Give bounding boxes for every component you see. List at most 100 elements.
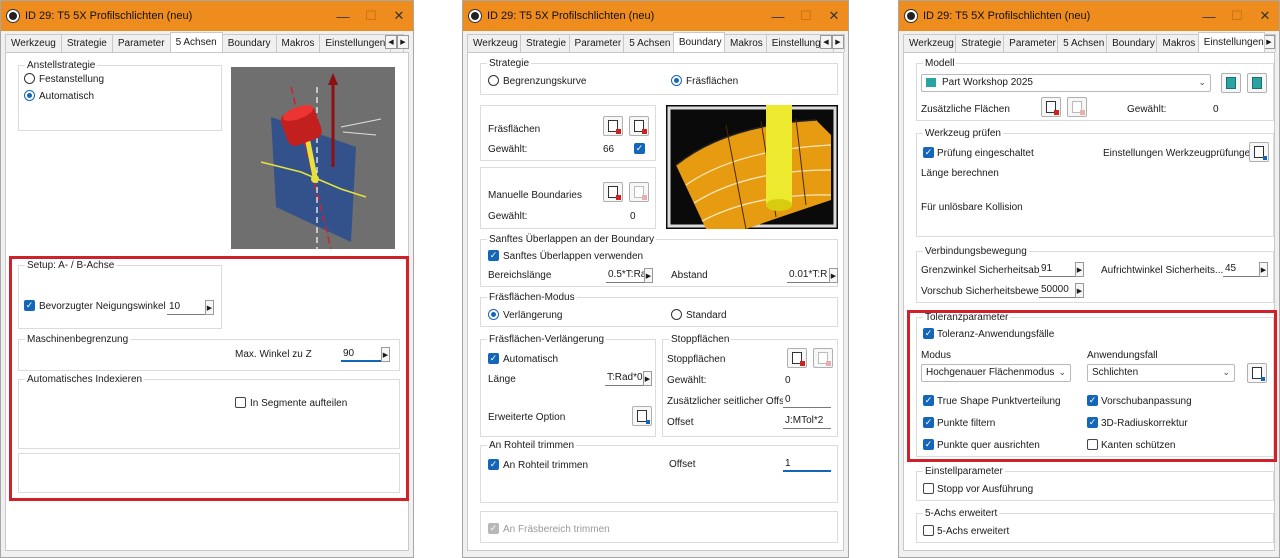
close-icon[interactable]: ✕ — [385, 1, 413, 31]
label-bereichslaenge: Bereichslänge — [488, 270, 552, 281]
input-bereichslaenge[interactable]: 0.5*T:Ra — [606, 268, 644, 283]
checkbox-fraesflaechen-show[interactable]: ✓ — [634, 143, 645, 154]
model-edit-icon[interactable] — [1247, 73, 1267, 93]
tab-einstellungen[interactable]: Einstellungen — [1197, 32, 1265, 52]
spin-laenge-icon[interactable]: ▶ — [643, 371, 652, 386]
checkbox-5-achs-erweitert[interactable] — [923, 525, 934, 536]
value-gewaehlt-stopp: 0 — [785, 375, 791, 386]
tab-5-achsen[interactable]: 5 Achsen — [623, 34, 674, 52]
label-pruefung-eingeschaltet: Prüfung eingeschaltet — [937, 148, 1034, 159]
spin-bereichslaenge-icon[interactable]: ▶ — [644, 268, 653, 283]
group-title: Modell — [923, 58, 957, 69]
input-aufrichtwinkel[interactable]: 45 — [1223, 262, 1259, 277]
tab-makros[interactable]: Makros — [1156, 34, 1199, 52]
value-gewaehlt-manuell: 0 — [630, 211, 636, 222]
tab-scroll-right-icon[interactable]: ▶ — [832, 35, 844, 49]
spin-grenzwinkel-icon[interactable]: ▶ — [1075, 262, 1084, 277]
deselect-stopp-icon[interactable] — [813, 348, 833, 368]
model-view-icon[interactable] — [1221, 73, 1241, 93]
close-icon[interactable]: ✕ — [1251, 1, 1279, 31]
tab-boundary[interactable]: Boundary — [672, 32, 725, 52]
group-sanftes-ueberlappen: Sanftes Überlappen an der Boundary ✓ San… — [480, 234, 838, 287]
tab-einstellungen[interactable]: Einstellungen — [319, 34, 392, 52]
input-offset-rohteil[interactable]: 1 — [783, 457, 831, 472]
tab-parameter[interactable]: Parameter — [568, 34, 625, 52]
tab-scroll-left-icon[interactable]: ◀ — [385, 35, 397, 49]
tab-5-achsen[interactable]: 5 Achsen — [1057, 34, 1108, 52]
deselect-boundary-icon[interactable] — [629, 182, 649, 202]
input-laenge[interactable]: T:Rad*0 — [605, 371, 643, 386]
tab-boundary[interactable]: Boundary — [1106, 34, 1158, 52]
maximize-icon[interactable]: ☐ — [1223, 1, 1251, 31]
label-stoppflaechen: Stoppflächen — [667, 354, 726, 365]
radio-verlaengerung[interactable] — [488, 309, 499, 320]
input-offset-stopp[interactable]: J:MTol*2 — [783, 414, 831, 429]
select-modell-value: Part Workshop 2025 — [942, 77, 1033, 88]
input-zusaetzlicher-offset[interactable]: 0 — [783, 393, 831, 408]
label-laenge: Länge — [488, 374, 516, 385]
label-5-achs-erweitert: 5-Achs erweitert — [937, 526, 1010, 537]
select-boundary-icon[interactable] — [603, 182, 623, 202]
tab-parameter[interactable]: Parameter — [1003, 34, 1059, 52]
tab-boundary[interactable]: Boundary — [221, 34, 277, 52]
select-surfaces-icon[interactable] — [603, 116, 623, 136]
radio-festanstellung[interactable] — [24, 73, 35, 84]
tab-makros[interactable]: Makros — [724, 34, 767, 52]
select-zusatz-icon[interactable] — [1041, 97, 1061, 117]
maximize-icon[interactable]: ☐ — [357, 1, 385, 31]
tab-werkzeug[interactable]: Werkzeug — [467, 34, 522, 52]
group-anstellstrategie: Anstellstrategie Festanstellung Automati… — [18, 60, 222, 131]
select-modell[interactable]: Part Workshop 2025 ⌄ — [921, 74, 1211, 92]
group-werkzeug-pruefen: Werkzeug prüfen ✓ Prüfung eingeschaltet … — [916, 128, 1274, 237]
label-aufrichtwinkel: Aufrichtwinkel Sicherheits... — [1101, 265, 1224, 276]
label-an-fraesbereich-trimmen: An Fräsbereich trimmen — [503, 524, 610, 535]
tab-strategie[interactable]: Strategie — [60, 34, 113, 52]
werkzeugpruefungen-icon[interactable] — [1249, 142, 1269, 162]
radio-automatisch[interactable] — [24, 90, 35, 101]
deselect-surfaces-icon[interactable] — [629, 116, 649, 136]
checkbox-pruefung-eingeschaltet[interactable]: ✓ — [923, 147, 934, 158]
window-title: ID 29: T5 5X Profilschlichten (neu) — [923, 10, 1091, 22]
minimize-icon[interactable]: — — [1195, 1, 1223, 31]
erweiterte-option-icon[interactable] — [632, 406, 652, 426]
checkbox-an-rohteil-trimmen[interactable]: ✓ — [488, 459, 499, 470]
checkbox-sanftes-ueberlappen[interactable]: ✓ — [488, 250, 499, 261]
group-title: Sanftes Überlappen an der Boundary — [487, 234, 657, 245]
maximize-icon[interactable]: ☐ — [792, 1, 820, 31]
input-vorschub[interactable]: 50000 — [1039, 283, 1075, 298]
checkbox-stopp-vor-ausfuehrung[interactable] — [923, 483, 934, 494]
label-zusaetzlicher-offset: Zusätzlicher seitlicher Offset — [667, 396, 793, 407]
tab-scroll-right-icon[interactable]: ▶ — [397, 35, 409, 49]
group-title: Verbindungsbewegung — [923, 246, 1029, 257]
select-stopp-icon[interactable] — [787, 348, 807, 368]
tab-strategie[interactable]: Strategie — [955, 34, 1005, 52]
tab-5-achsen[interactable]: 5 Achsen — [169, 32, 223, 52]
tab-werkzeug[interactable]: Werkzeug — [903, 34, 957, 52]
spin-vorschub-icon[interactable]: ▶ — [1075, 283, 1084, 298]
checkbox-automatisch-verl[interactable]: ✓ — [488, 353, 499, 364]
spin-aufrichtwinkel-icon[interactable]: ▶ — [1259, 262, 1268, 277]
spin-abstand-icon[interactable]: ▶ — [829, 268, 838, 283]
label-automatisch: Automatisch — [39, 91, 95, 102]
input-abstand[interactable]: 0.01*T:R — [787, 268, 829, 283]
radio-begrenzungskurve[interactable] — [488, 75, 499, 86]
tab-scroll-left-icon[interactable]: ◀ — [820, 35, 832, 49]
group-strategie: Strategie Begrenzungskurve Fräsflächen — [480, 58, 838, 95]
minimize-icon[interactable]: — — [764, 1, 792, 31]
tab-werkzeug[interactable]: Werkzeug — [5, 34, 62, 52]
app-logo-icon — [905, 10, 917, 22]
close-icon[interactable]: ✕ — [820, 1, 848, 31]
input-grenzwinkel[interactable]: 91 — [1039, 262, 1075, 277]
deselect-zusatz-icon[interactable] — [1067, 97, 1087, 117]
radio-fraesflaechen[interactable] — [671, 75, 682, 86]
minimize-icon[interactable]: — — [329, 1, 357, 31]
model-icon — [926, 77, 936, 87]
label-an-rohteil-trimmen: An Rohteil trimmen — [503, 460, 589, 471]
tab-page-boundary: Strategie Begrenzungskurve Fräsflächen F… — [467, 53, 844, 551]
label-gewaehlt: Gewählt: — [667, 375, 707, 386]
label-laenge-berechnen: Länge berechnen — [921, 168, 999, 179]
radio-standard[interactable] — [671, 309, 682, 320]
tab-makros[interactable]: Makros — [275, 34, 321, 52]
tab-strategie[interactable]: Strategie — [520, 34, 570, 52]
tab-parameter[interactable]: Parameter — [111, 34, 171, 52]
